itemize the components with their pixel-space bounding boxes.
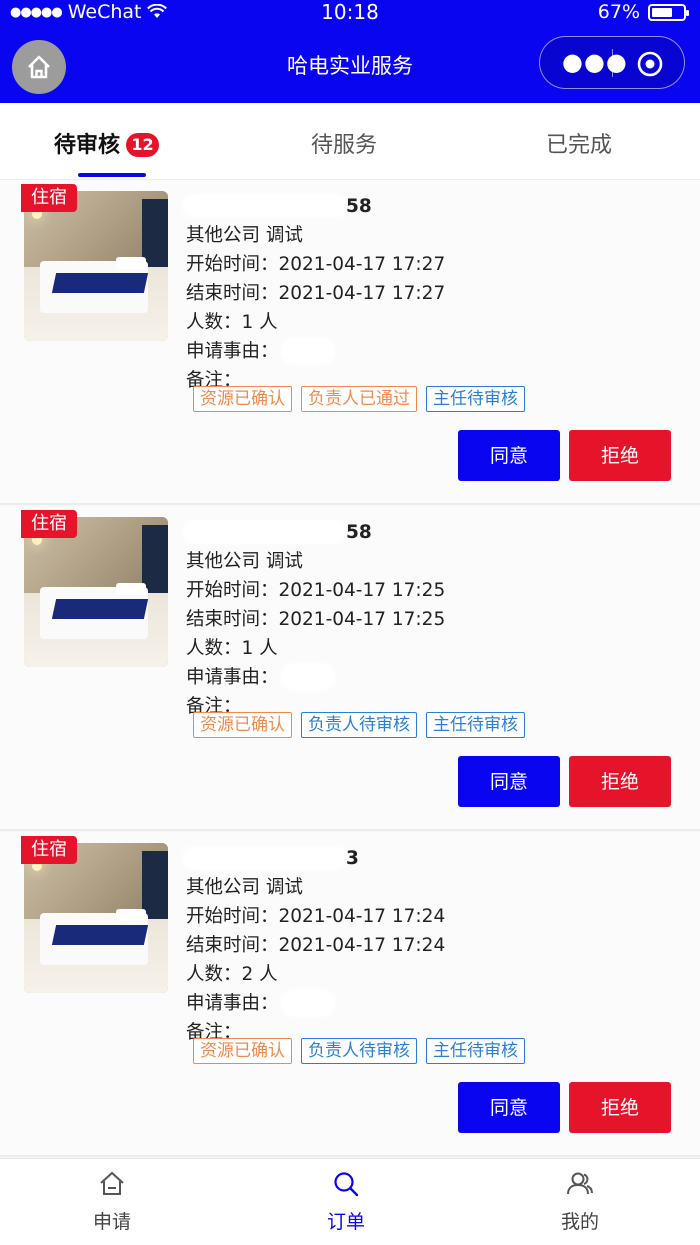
approval-status-row: 资源已确认 负责人已通过 主任待审核 — [193, 386, 525, 412]
battery-icon — [648, 3, 689, 21]
category-tag: 住宿 — [21, 510, 77, 538]
phone-suffix: 3 — [346, 848, 359, 869]
people-count: 人数：1 人 — [186, 312, 278, 333]
capsule-divider — [612, 49, 613, 77]
approval-status-row: 资源已确认 负责人待审核 主任待审核 — [193, 712, 525, 738]
status-pill: 资源已确认 — [193, 386, 292, 412]
order-details: 3 其他公司 调试 开始时间：2021-04-17 17:24 结束时间：202… — [182, 844, 446, 1047]
company-line: 其他公司 调试 — [186, 877, 303, 898]
tab-label: 待服务 — [311, 133, 378, 158]
redacted-block — [182, 520, 348, 544]
tab-pending-review[interactable]: 待审核 12 — [54, 127, 160, 159]
agree-button[interactable]: 同意 — [458, 1082, 560, 1133]
order-details: 58 其他公司 调试 开始时间：2021-04-17 17:25 结束时间：20… — [182, 518, 446, 721]
room-photo — [24, 843, 168, 993]
category-tag: 住宿 — [21, 184, 77, 212]
search-icon — [334, 1172, 359, 1197]
more-icon[interactable]: ●●● — [562, 48, 628, 76]
reason-label: 申请事由： — [186, 667, 279, 688]
agree-button[interactable]: 同意 — [458, 430, 560, 481]
reason-line: 申请事由： — [186, 337, 445, 366]
agree-button[interactable]: 同意 — [458, 756, 560, 807]
phone-suffix: 58 — [346, 196, 372, 217]
status-bar: ●●●●● WeChat 10:18 67% — [0, 0, 700, 28]
people-count: 人数：1 人 — [186, 638, 278, 659]
reason-label: 申请事由： — [186, 993, 279, 1014]
active-tab-indicator — [78, 173, 146, 177]
redacted-block — [280, 989, 336, 1017]
phone-suffix: 58 — [346, 522, 372, 543]
end-time: 结束时间：2021-04-17 17:27 — [186, 283, 446, 304]
reason-line: 申请事由： — [186, 663, 445, 692]
company-line: 其他公司 调试 — [186, 551, 303, 572]
applicant-phone: 58 — [182, 192, 445, 221]
status-pill: 主任待审核 — [426, 712, 525, 738]
tab-pending-service[interactable]: 待服务 — [311, 127, 377, 159]
reject-button[interactable]: 拒绝 — [569, 430, 671, 481]
status-pill: 资源已确认 — [193, 1038, 292, 1064]
status-pill: 负责人已通过 — [301, 386, 417, 412]
order-tabs: 待审核 12 待服务 已完成 — [0, 103, 700, 180]
redacted-block — [182, 194, 348, 218]
status-pill: 主任待审核 — [426, 386, 525, 412]
people-count: 人数：2 人 — [186, 964, 278, 985]
tab-label: 已完成 — [546, 133, 613, 158]
mini-program-capsule: ●●● — [539, 36, 685, 89]
pending-count-badge: 12 — [126, 133, 160, 157]
redacted-block — [280, 663, 336, 691]
order-details: 58 其他公司 调试 开始时间：2021-04-17 17:27 结束时间：20… — [182, 192, 446, 395]
start-time: 开始时间：2021-04-17 17:25 — [186, 580, 446, 601]
applicant-phone: 3 — [182, 844, 445, 873]
end-time: 结束时间：2021-04-17 17:24 — [186, 935, 446, 956]
nav-item-mine[interactable]: 我的 — [520, 1169, 640, 1234]
end-time: 结束时间：2021-04-17 17:25 — [186, 609, 446, 630]
home-outline-icon — [100, 1171, 124, 1195]
order-card[interactable]: 住宿 3 其他公司 调试 开始时间：2021-04-17 17:24 结束时间：… — [0, 832, 700, 1157]
bottom-navigation: 申请 订单 我的 — [0, 1158, 700, 1245]
status-time: 10:18 — [321, 0, 379, 24]
nav-label: 订单 — [326, 1211, 365, 1233]
nav-item-apply[interactable]: 申请 — [52, 1169, 172, 1234]
reason-line: 申请事由： — [186, 989, 445, 1018]
battery-percent: 67% — [597, 1, 640, 23]
reject-button[interactable]: 拒绝 — [569, 1082, 671, 1133]
nav-item-orders[interactable]: 订单 — [286, 1169, 406, 1234]
users-icon — [567, 1172, 593, 1195]
redacted-block — [182, 846, 348, 870]
tab-label: 待审核 — [54, 133, 121, 158]
status-pill: 负责人待审核 — [301, 1038, 417, 1064]
nav-label: 申请 — [92, 1211, 131, 1233]
status-pill: 资源已确认 — [193, 712, 292, 738]
order-card[interactable]: 住宿 58 其他公司 调试 开始时间：2021-04-17 17:27 结束时间… — [0, 180, 700, 505]
room-photo — [24, 191, 168, 341]
reject-button[interactable]: 拒绝 — [569, 756, 671, 807]
nav-label: 我的 — [560, 1211, 599, 1233]
category-tag: 住宿 — [21, 836, 77, 864]
reason-label: 申请事由： — [186, 341, 279, 362]
status-pill: 主任待审核 — [426, 1038, 525, 1064]
redacted-block — [280, 337, 336, 365]
company-line: 其他公司 调试 — [186, 225, 303, 246]
status-pill: 负责人待审核 — [301, 712, 417, 738]
tab-completed[interactable]: 已完成 — [546, 127, 612, 159]
close-target-icon[interactable] — [636, 50, 664, 78]
order-card[interactable]: 住宿 58 其他公司 调试 开始时间：2021-04-17 17:25 结束时间… — [0, 506, 700, 831]
start-time: 开始时间：2021-04-17 17:24 — [186, 906, 446, 927]
start-time: 开始时间：2021-04-17 17:27 — [186, 254, 446, 275]
app-header: ●●●●● WeChat 10:18 67% 哈电实业服务 ●●● — [0, 0, 700, 103]
applicant-phone: 58 — [182, 518, 445, 547]
room-photo — [24, 517, 168, 667]
approval-status-row: 资源已确认 负责人待审核 主任待审核 — [193, 1038, 525, 1064]
